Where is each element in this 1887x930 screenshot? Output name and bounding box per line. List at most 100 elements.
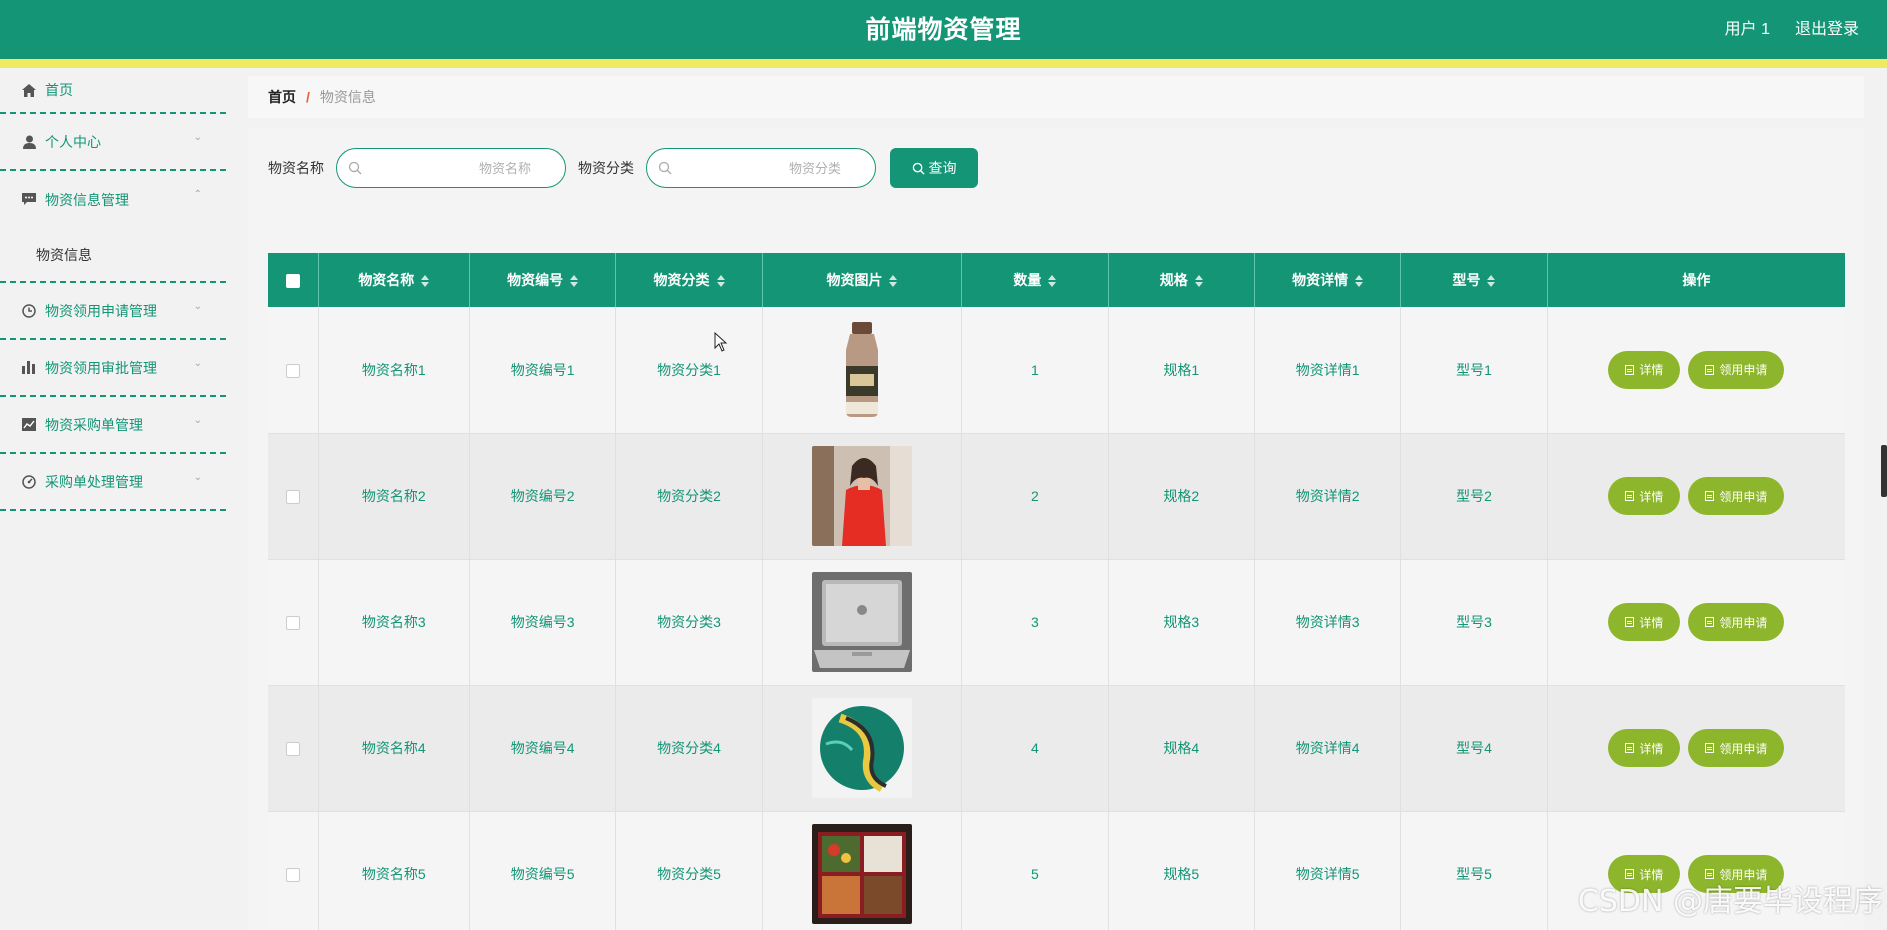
table-row: 物资名称4 物资编号4 物资分类4 4 规格4 物资详情4 型号4 详情 领用申…: [268, 685, 1845, 812]
sidebar-item-profile[interactable]: 个人中心 ⌄: [0, 114, 226, 171]
column-header-detail[interactable]: 物资详情: [1254, 253, 1402, 307]
apply-button[interactable]: 领用申请: [1688, 350, 1785, 389]
column-header-label: 型号: [1452, 272, 1481, 288]
column-header-category[interactable]: 物资分类: [615, 253, 763, 307]
sidebar-item-requisition-apply[interactable]: 物资领用申请管理 ⌄: [0, 283, 226, 340]
column-header-code[interactable]: 物资编号: [469, 253, 617, 307]
table-row: 物资名称2 物资编号2 物资分类2 2 规格2 物资详情2 型号2 详情 领用申…: [268, 433, 1845, 560]
query-button[interactable]: 查询: [890, 148, 978, 188]
chat-icon: [22, 193, 36, 207]
logout-link[interactable]: 退出登录: [1795, 15, 1859, 39]
row-checkbox[interactable]: [285, 490, 300, 505]
row-checkbox[interactable]: [285, 616, 300, 631]
apply-button[interactable]: 领用申请: [1688, 603, 1785, 641]
cell-spec: 规格2: [1108, 433, 1255, 560]
detail-button[interactable]: 详情: [1608, 603, 1681, 641]
sort-icon[interactable]: [889, 275, 898, 288]
apply-button[interactable]: 领用申请: [1688, 729, 1785, 767]
column-header-model[interactable]: 型号: [1400, 253, 1548, 307]
apply-button-label: 领用申请: [1719, 615, 1768, 630]
home-icon: [22, 83, 36, 97]
row-checkbox[interactable]: [285, 742, 300, 757]
select-all-checkbox[interactable]: [285, 274, 300, 289]
cell-image: [762, 307, 963, 434]
cell-model: 型号2: [1400, 433, 1548, 560]
sort-icon[interactable]: [421, 275, 430, 288]
apply-button-label: 领用申请: [1719, 489, 1768, 504]
cell-image: [762, 433, 963, 560]
cell-quantity: 3: [961, 559, 1109, 686]
column-header-spec[interactable]: 规格: [1108, 253, 1255, 307]
column-header-label: 规格: [1159, 272, 1188, 288]
column-header-image[interactable]: 物资图片: [762, 253, 963, 307]
sidebar-item-label: 物资领用申请管理: [45, 302, 157, 319]
cell-name: 物资名称3: [318, 559, 471, 686]
cell-category: 物资分类5: [615, 811, 763, 930]
detail-button[interactable]: 详情: [1608, 350, 1681, 389]
cell-model: 型号3: [1400, 559, 1548, 686]
sidebar-item-purchase-processing[interactable]: 采购单处理管理 ⌄: [0, 454, 226, 511]
clock-icon: [22, 303, 36, 318]
cell-actions: 详情 领用申请: [1547, 559, 1845, 686]
sidebar-subitem-material-info[interactable]: 物资信息: [0, 228, 226, 283]
mouse-cursor-icon: [714, 332, 728, 352]
breadcrumb-separator: /: [306, 89, 310, 105]
scrollbar-thumb[interactable]: [1881, 445, 1887, 497]
sort-icon[interactable]: [716, 275, 725, 288]
detail-button[interactable]: 详情: [1608, 729, 1681, 767]
detail-button[interactable]: 详情: [1608, 477, 1681, 515]
bar-chart-icon: [22, 361, 36, 375]
cell-category: 物资分类3: [615, 559, 763, 686]
column-header-quantity[interactable]: 数量: [961, 253, 1109, 307]
breadcrumb-current: 物资信息: [319, 89, 376, 105]
laptop-image[interactable]: [811, 572, 912, 672]
breadcrumb-home[interactable]: 首页: [268, 87, 296, 107]
detail-button-label: 详情: [1639, 615, 1664, 630]
sort-icon[interactable]: [1487, 275, 1496, 288]
cell-spec: 规格3: [1108, 559, 1255, 686]
sidebar: 首页 个人中心 ⌄ 物资信息管理 ⌃ 物资信息 物资领用申请管理 ⌄ 物资领用审…: [0, 68, 226, 930]
column-header-label: 数量: [1013, 272, 1042, 288]
search-icon: [348, 161, 362, 175]
sidebar-item-requisition-approval[interactable]: 物资领用审批管理 ⌄: [0, 340, 226, 397]
sort-icon[interactable]: [1048, 275, 1057, 288]
food-box-image[interactable]: [811, 824, 912, 924]
cell-actions: 详情 领用申请: [1547, 307, 1845, 434]
cell-spec: 规格5: [1108, 811, 1255, 930]
chevron-down-icon: ⌄: [193, 301, 202, 312]
sidebar-item-purchase-order[interactable]: 物资采购单管理 ⌄: [0, 397, 226, 454]
cell-spec: 规格4: [1108, 685, 1255, 812]
category-search-input[interactable]: [677, 149, 867, 187]
sort-icon[interactable]: [1355, 275, 1364, 288]
sort-icon[interactable]: [1194, 275, 1203, 288]
sidebar-item-material-info[interactable]: 物资信息管理 ⌃: [0, 171, 226, 228]
column-header-name[interactable]: 物资名称: [318, 253, 471, 307]
cell-image: [762, 811, 963, 930]
detail-button-label: 详情: [1639, 489, 1664, 504]
current-user[interactable]: 用户 1: [1725, 15, 1770, 39]
document-icon: [1625, 743, 1635, 753]
name-search-box: [336, 148, 566, 188]
woman-red-dress-image[interactable]: [811, 446, 912, 546]
name-search-input[interactable]: [367, 149, 557, 187]
header-stripe: [0, 59, 1887, 68]
name-search-label: 物资名称: [268, 160, 324, 176]
column-header-label: 物资编号: [507, 272, 564, 288]
sidebar-item-home[interactable]: 首页: [0, 68, 226, 114]
football-image[interactable]: [811, 698, 912, 798]
table-row: 物资名称3 物资编号3 物资分类3 3 规格3 物资详情3 型号3 详情 领用申…: [268, 559, 1845, 686]
cell-detail: 物资详情3: [1254, 559, 1402, 686]
cell-name: 物资名称5: [318, 811, 471, 930]
sort-icon[interactable]: [570, 275, 579, 288]
document-icon: [1705, 364, 1715, 375]
apply-button[interactable]: 领用申请: [1688, 477, 1785, 515]
search-icon: [912, 162, 925, 175]
cell-detail: 物资详情5: [1254, 811, 1402, 930]
row-checkbox[interactable]: [285, 868, 300, 883]
cell-model: 型号1: [1400, 307, 1548, 434]
row-checkbox[interactable]: [285, 363, 300, 378]
search-icon: [658, 161, 672, 175]
bottle-drink-image[interactable]: [811, 319, 912, 420]
cell-image: [762, 685, 963, 812]
cell-category: 物资分类4: [615, 685, 763, 812]
